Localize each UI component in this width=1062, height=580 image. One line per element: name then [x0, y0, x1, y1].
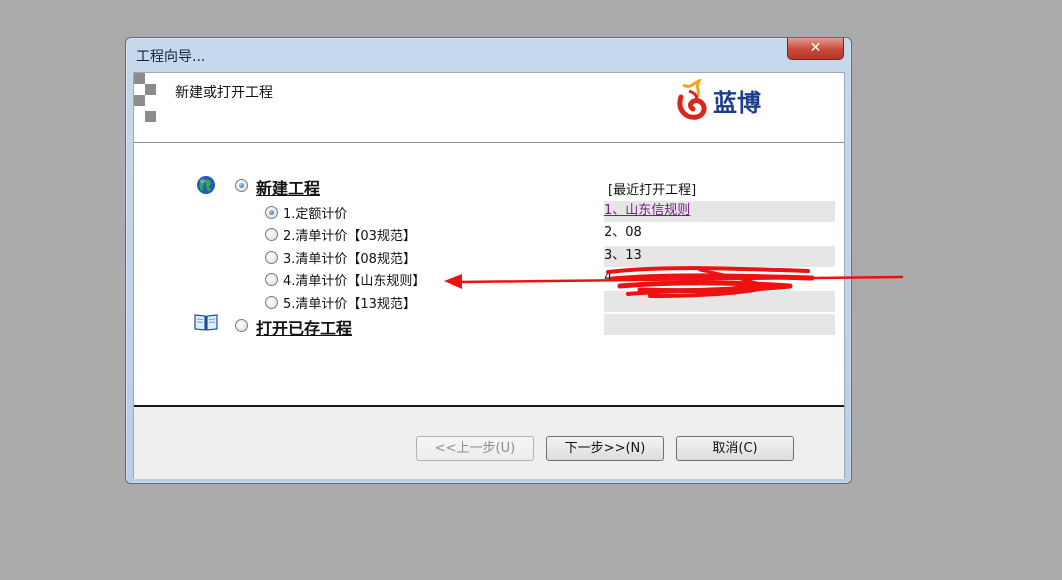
recent-project-item[interactable]	[604, 291, 835, 312]
option-bill-03-radio[interactable]	[265, 228, 278, 241]
option-bill-13-radio[interactable]	[265, 296, 278, 309]
recent-project-item[interactable]	[604, 314, 835, 335]
next-step-button[interactable]: 下一步>>(N)	[546, 436, 664, 461]
wizard-header: 新建或打开工程 蓝博	[134, 73, 844, 143]
option-bill-13-label[interactable]: 5.清单计价【13规范】	[283, 293, 416, 312]
checker-square	[145, 111, 156, 122]
recent-project-item[interactable]: 4、	[604, 268, 835, 289]
option-bill-03-label[interactable]: 2.清单计价【03规范】	[283, 225, 416, 244]
option-bill-08-radio[interactable]	[265, 251, 278, 264]
recent-project-item[interactable]: 2、08	[604, 223, 835, 244]
checker-square	[145, 84, 156, 95]
option-quota-pricing-radio[interactable]	[265, 206, 278, 219]
option-quota-pricing-label[interactable]: 1.定额计价	[283, 203, 347, 222]
new-project-label[interactable]: 新建工程	[256, 175, 320, 199]
new-project-radio[interactable]	[235, 179, 248, 192]
recent-projects-title: [最近打开工程]	[608, 183, 697, 198]
checker-square	[134, 95, 145, 106]
wizard-body: 新建工程 1.定额计价 2.清单计价【03规范】 3.清单计价【08规范】 4.…	[134, 143, 844, 407]
open-project-label[interactable]: 打开已存工程	[256, 315, 352, 339]
recent-project-item[interactable]: 3、13	[604, 246, 835, 267]
option-bill-shandong-label[interactable]: 4.清单计价【山东规则】	[283, 270, 425, 289]
title-bar[interactable]: 工程向导... ✕	[126, 38, 851, 72]
cancel-button[interactable]: 取消(C)	[676, 436, 794, 461]
window-title: 工程向导...	[136, 49, 206, 65]
header-title: 新建或打开工程	[175, 85, 273, 101]
open-project-radio[interactable]	[235, 319, 248, 332]
close-button[interactable]: ✕	[787, 38, 844, 60]
project-wizard-window: 工程向导... ✕ 新建或打开工程 蓝博 新建工程 1.定额计价 2.清单计价【…	[125, 37, 852, 484]
checker-square	[134, 73, 145, 84]
lanbo-logo: 蓝博	[677, 79, 761, 120]
dialog-client: 新建或打开工程 蓝博 新建工程 1.定额计价 2.清单计价【03规范】 3.清单…	[133, 72, 845, 479]
open-book-icon	[194, 314, 218, 331]
previous-step-button[interactable]: <<上一步(U)	[416, 436, 534, 461]
svg-text:蓝博: 蓝博	[713, 88, 761, 117]
recent-project-item[interactable]: 1、山东信规则	[604, 201, 835, 222]
option-bill-08-label[interactable]: 3.清单计价【08规范】	[283, 248, 416, 267]
globe-icon	[197, 176, 215, 194]
option-bill-shandong-radio[interactable]	[265, 273, 278, 286]
wizard-footer: <<上一步(U) 下一步>>(N) 取消(C)	[134, 407, 844, 479]
